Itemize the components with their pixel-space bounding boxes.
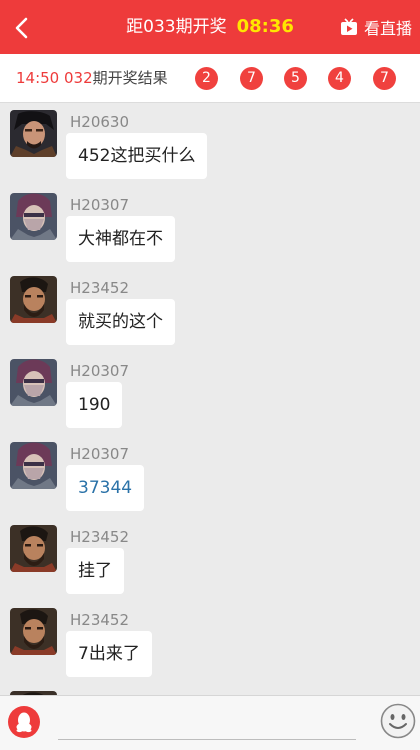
chat-message: H20630 452这把买什么 — [0, 103, 420, 186]
draw-result-label: 期开奖结果 — [92, 69, 168, 87]
sender-name: H20307 — [70, 196, 129, 214]
qq-button[interactable] — [8, 706, 40, 738]
avatar-masked-warrior-icon — [10, 359, 57, 406]
avatar[interactable] — [10, 525, 57, 572]
header-bar: 距033期开奖 08:36 看直播 — [0, 0, 420, 54]
message-bubble[interactable]: 190 — [66, 382, 123, 428]
message-input[interactable] — [58, 704, 356, 740]
avatar-masked-warrior-icon — [10, 193, 57, 240]
avatar-bearded-warrior-icon — [10, 276, 57, 323]
avatar[interactable] — [10, 110, 57, 157]
chat-message-list[interactable]: H20630 452这把买什么 H20307 大神都在不 H23452 就买的这… — [0, 103, 420, 695]
watch-live-label: 看直播 — [363, 19, 412, 38]
draw-result-bar: 14:50 032期开奖结果 2 7 5 4 7 — [0, 54, 420, 103]
avatar[interactable] — [10, 608, 57, 655]
message-input-bar — [0, 695, 420, 750]
penguin-icon — [16, 712, 32, 733]
message-bubble[interactable]: 挂了 — [66, 548, 124, 594]
message-bubble-link[interactable]: 37344 — [66, 465, 145, 511]
tv-play-icon — [340, 18, 357, 35]
avatar[interactable] — [10, 359, 57, 406]
result-ball: 2 — [195, 67, 218, 90]
next-draw-label: 距033期开奖 — [126, 17, 227, 37]
sender-name: H20307 — [70, 445, 129, 463]
sender-name: H23452 — [70, 528, 129, 546]
sender-name: H23452 — [70, 279, 129, 297]
sender-name: H20630 — [70, 113, 129, 131]
chat-message: H23452 就买的这个 — [0, 269, 420, 352]
emoji-button[interactable] — [380, 703, 416, 739]
chat-message: H23452 挂了 — [0, 518, 420, 601]
message-bubble[interactable]: 就买的这个 — [66, 299, 175, 345]
chat-message: H20307 190 — [0, 352, 420, 435]
result-ball: 7 — [240, 67, 263, 90]
draw-result-text: 14:50 032期开奖结果 — [16, 67, 168, 89]
avatar-bearded-warrior-icon — [10, 608, 57, 655]
result-ball: 7 — [373, 67, 396, 90]
sender-name: H23452 — [70, 611, 129, 629]
avatar-dark-warrior-icon — [10, 110, 57, 157]
message-bubble[interactable]: 7出来了 — [66, 631, 152, 677]
countdown-timer: 08:36 — [236, 16, 294, 37]
avatar[interactable] — [10, 276, 57, 323]
sender-name: H20307 — [70, 362, 129, 380]
chat-message: H23452 7出来了 — [0, 601, 420, 684]
chat-message-partial — [0, 684, 420, 695]
chat-message: H20307 37344 — [0, 435, 420, 518]
smiley-icon — [380, 703, 416, 739]
avatar[interactable] — [10, 442, 57, 489]
avatar-masked-warrior-icon — [10, 442, 57, 489]
message-bubble[interactable]: 452这把买什么 — [66, 133, 208, 179]
avatar[interactable] — [10, 193, 57, 240]
message-bubble[interactable]: 大神都在不 — [66, 216, 175, 262]
watch-live-button[interactable]: 看直播 — [340, 14, 412, 40]
result-ball: 4 — [328, 67, 351, 90]
draw-issue: 032 — [64, 69, 93, 87]
avatar-bearded-warrior-icon — [10, 525, 57, 572]
draw-time: 14:50 — [16, 69, 60, 87]
chat-message: H20307 大神都在不 — [0, 186, 420, 269]
result-ball: 5 — [284, 67, 307, 90]
